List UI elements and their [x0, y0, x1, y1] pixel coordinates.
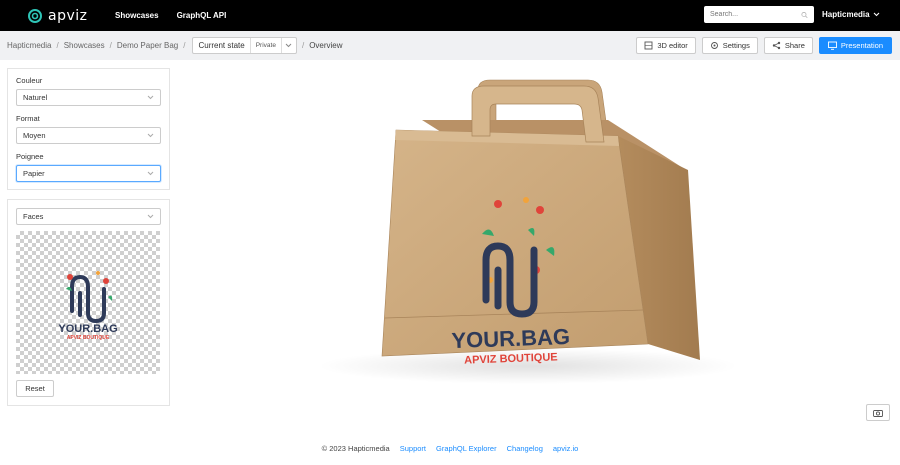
footer: © 2023 Hapticmedia Support GraphQL Explo…	[0, 444, 900, 453]
share-button[interactable]: Share	[763, 37, 813, 54]
camera-icon	[873, 409, 883, 417]
gear-icon	[710, 42, 718, 49]
settings-label: Settings	[722, 41, 750, 50]
paper-bag-render[interactable]: YOUR.BAG APVIZ BOUTIQUE	[178, 60, 900, 430]
chevron-down-icon	[147, 214, 154, 219]
3d-editor-button[interactable]: 3D editor	[636, 37, 696, 54]
state-selector[interactable]: Current state Private	[192, 37, 297, 54]
footer-link-site[interactable]: apviz.io	[553, 444, 578, 453]
format-select[interactable]: Moyen	[16, 127, 161, 144]
bag-text-line1: YOUR.BAG	[451, 324, 570, 353]
breadcrumb-item-showcase[interactable]: Demo Paper Bag	[117, 41, 178, 50]
chevron-down-icon	[147, 171, 154, 176]
nav-showcases[interactable]: Showcases	[115, 11, 159, 20]
presentation-label: Presentation	[840, 41, 883, 50]
configuration-panel: Couleur Naturel Format Moyen Poignee Pap…	[7, 68, 170, 190]
couleur-label: Couleur	[16, 76, 43, 85]
presentation-button[interactable]: Presentation	[818, 37, 892, 54]
monitor-icon	[827, 41, 837, 50]
artwork-text-line2: APVIZ BOUTIQUE	[67, 335, 110, 341]
footer-link-support[interactable]: Support	[400, 444, 426, 453]
reset-button[interactable]: Reset	[16, 380, 54, 397]
footer-copyright: © 2023 Hapticmedia	[321, 444, 390, 453]
poignee-value: Papier	[23, 169, 45, 178]
breadcrumb-separator: /	[183, 41, 186, 50]
chevron-down-icon	[147, 133, 154, 138]
3d-viewer[interactable]: YOUR.BAG APVIZ BOUTIQUE	[178, 60, 900, 430]
search-icon[interactable]	[801, 10, 808, 20]
breadcrumb-separator: /	[301, 41, 305, 50]
poignee-label: Poignee	[16, 152, 44, 161]
search-input[interactable]	[710, 11, 801, 18]
user-name: Hapticmedia	[822, 10, 870, 19]
chevron-down-icon	[873, 12, 879, 17]
artwork-thumbnail: YOUR.BAG APVIZ BOUTIQUE	[58, 270, 118, 341]
footer-link-graphql-explorer[interactable]: GraphQL Explorer	[436, 444, 497, 453]
screenshot-button[interactable]	[866, 404, 890, 421]
breadcrumb-item-org[interactable]: Hapticmedia	[7, 41, 51, 50]
chevron-down-icon	[147, 95, 154, 100]
format-value: Moyen	[23, 131, 46, 140]
share-icon	[772, 41, 781, 50]
top-navbar: apviz Showcases GraphQL API Hapticmedia	[0, 0, 900, 31]
breadcrumb-current: Overview	[309, 41, 343, 50]
faces-select[interactable]: Faces	[16, 208, 161, 225]
breadcrumb-bar: Hapticmedia / Showcases / Demo Paper Bag…	[0, 31, 900, 60]
nav-graphql-api[interactable]: GraphQL API	[177, 11, 227, 20]
apviz-logo-icon	[28, 8, 42, 23]
brand-logo[interactable]: apviz	[27, 8, 97, 24]
poignee-select[interactable]: Papier	[16, 165, 161, 182]
share-label: Share	[784, 41, 805, 50]
breadcrumb-separator: /	[56, 41, 59, 50]
face-texture-preview[interactable]: YOUR.BAG APVIZ BOUTIQUE	[16, 231, 160, 374]
state-badge: Private	[249, 38, 282, 53]
breadcrumb-separator: /	[109, 41, 112, 50]
toolbar-actions: 3D editor Settings Share Presentation	[630, 37, 892, 54]
faces-value: Faces	[23, 212, 44, 221]
brand-name: apviz	[48, 7, 88, 24]
user-menu[interactable]: Hapticmedia	[822, 10, 880, 19]
breadcrumb-item-showcases[interactable]: Showcases	[64, 41, 105, 50]
footer-link-changelog[interactable]: Changelog	[507, 444, 543, 453]
cube-icon	[644, 41, 653, 50]
3d-editor-label: 3D editor	[657, 41, 688, 50]
breadcrumb: Hapticmedia / Showcases / Demo Paper Bag…	[7, 37, 343, 54]
search-box[interactable]	[704, 6, 814, 23]
state-label: Current state	[198, 41, 245, 50]
chevron-down-icon[interactable]	[282, 38, 296, 53]
couleur-value: Naturel	[23, 93, 48, 102]
faces-panel: Faces YOUR.BAG APVIZ BOUTIQUE Reset	[7, 199, 170, 406]
settings-button[interactable]: Settings	[701, 37, 758, 54]
artwork-text-line1: YOUR.BAG	[58, 323, 117, 335]
couleur-select[interactable]: Naturel	[16, 89, 161, 106]
format-label: Format	[16, 114, 40, 123]
